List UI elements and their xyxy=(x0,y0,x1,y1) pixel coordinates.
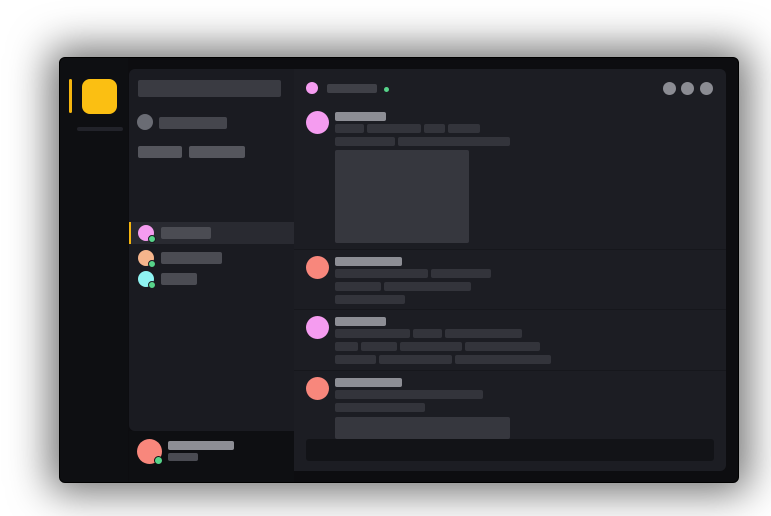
user-tag xyxy=(168,453,198,461)
message-text xyxy=(431,269,491,278)
message-text xyxy=(335,124,364,133)
online-status-icon xyxy=(148,260,156,268)
online-status-icon xyxy=(148,281,156,289)
friends-label xyxy=(159,117,227,129)
call-icon[interactable] xyxy=(663,82,676,95)
user-panel xyxy=(129,431,294,482)
embed-attachment[interactable] xyxy=(335,417,510,439)
message-text xyxy=(413,329,442,338)
filter-tab-online[interactable] xyxy=(138,146,182,158)
dm-name xyxy=(161,227,211,239)
filter-tab-all[interactable] xyxy=(189,146,245,158)
message-text xyxy=(455,355,551,364)
dm-name xyxy=(161,252,222,264)
user-name xyxy=(168,441,234,450)
message-text xyxy=(379,355,452,364)
online-status-icon xyxy=(384,87,389,92)
message-text xyxy=(335,403,425,412)
message-text xyxy=(445,329,522,338)
message-text xyxy=(335,269,428,278)
dm-name xyxy=(161,273,197,285)
image-attachment[interactable] xyxy=(335,150,469,243)
message-text xyxy=(424,124,445,133)
message-divider xyxy=(294,249,726,250)
avatar[interactable] xyxy=(306,377,329,400)
server-rail xyxy=(60,58,128,482)
message-text xyxy=(398,137,510,146)
message-author[interactable] xyxy=(335,257,402,266)
message-text xyxy=(335,390,483,399)
message-text xyxy=(465,342,540,351)
dm-active-indicator xyxy=(129,222,131,244)
message-text xyxy=(367,124,421,133)
message-text xyxy=(335,329,410,338)
chat-header xyxy=(294,69,726,104)
friends-avatar xyxy=(137,114,153,130)
server-selected-indicator xyxy=(69,79,72,113)
message-author[interactable] xyxy=(335,378,402,387)
message-divider xyxy=(294,370,726,371)
online-status-icon xyxy=(148,235,156,243)
message-text xyxy=(448,124,480,133)
avatar[interactable] xyxy=(306,316,329,339)
message-text xyxy=(384,282,471,291)
video-icon[interactable] xyxy=(681,82,694,95)
recipient-name xyxy=(327,84,377,93)
dm-list-item[interactable] xyxy=(129,247,294,269)
message-text xyxy=(335,355,376,364)
message-text xyxy=(361,342,397,351)
online-status-icon xyxy=(154,456,163,465)
app-window xyxy=(59,57,739,483)
dm-list-item[interactable] xyxy=(129,222,294,244)
search-input[interactable] xyxy=(138,80,281,97)
message-text xyxy=(335,342,358,351)
message-divider xyxy=(294,309,726,310)
message-author[interactable] xyxy=(335,112,386,121)
message-text xyxy=(335,282,381,291)
message-author[interactable] xyxy=(335,317,386,326)
message-text xyxy=(400,342,462,351)
chat-panel xyxy=(294,69,726,471)
message-text xyxy=(335,137,395,146)
message-text xyxy=(335,295,405,304)
avatar[interactable] xyxy=(306,111,329,134)
recipient-avatar xyxy=(306,82,318,94)
more-icon[interactable] xyxy=(700,82,713,95)
message-input[interactable] xyxy=(306,439,714,461)
avatar[interactable] xyxy=(306,256,329,279)
rail-divider xyxy=(77,127,123,131)
server-icon[interactable] xyxy=(82,79,117,114)
dm-panel xyxy=(129,69,294,431)
dm-list-item[interactable] xyxy=(129,268,294,290)
